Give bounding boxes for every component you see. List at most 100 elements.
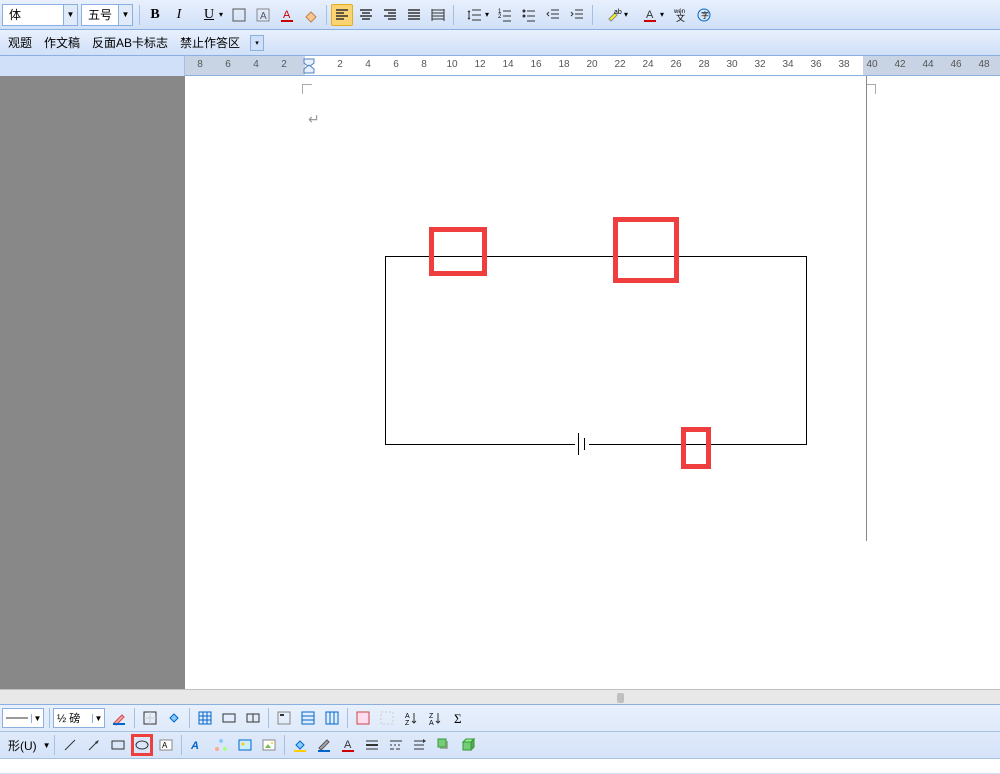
arrow-style-button[interactable]	[409, 734, 431, 756]
align-left-icon	[334, 7, 350, 23]
distribute-rows-button[interactable]	[297, 707, 319, 729]
menu-zuowengao[interactable]: 作文稿	[38, 31, 86, 54]
svg-text:2: 2	[498, 14, 502, 20]
line-tool-button[interactable]	[59, 734, 81, 756]
align-justify-icon	[406, 7, 422, 23]
arrow-tool-button[interactable]	[83, 734, 105, 756]
numbered-list-button[interactable]: 12	[494, 4, 516, 26]
sort-asc-button[interactable]: AZ	[400, 707, 422, 729]
align-center-button[interactable]	[355, 4, 377, 26]
ruler-tick: 28	[698, 59, 709, 70]
border-color-button[interactable]	[108, 707, 130, 729]
split-icon	[245, 710, 261, 726]
diagram-button[interactable]	[210, 734, 232, 756]
chevron-down-icon: ▼	[31, 714, 43, 723]
menu-no-answer-zone[interactable]: 禁止作答区	[174, 31, 246, 54]
distribute-icon	[430, 7, 446, 23]
svg-text:ab: ab	[614, 9, 622, 16]
distribute-cols-button[interactable]	[321, 707, 343, 729]
autoformat-icon	[355, 710, 371, 726]
table-icon	[197, 710, 213, 726]
increase-indent-button[interactable]	[566, 4, 588, 26]
pinyin-button[interactable]: wén文	[669, 4, 691, 26]
clipart-button[interactable]	[234, 734, 256, 756]
char-border-button[interactable]: A	[252, 4, 274, 26]
decrease-indent-button[interactable]	[542, 4, 564, 26]
numbered-list-icon: 12	[497, 7, 513, 23]
ruler-tick: 34	[782, 59, 793, 70]
formatting-toolbar: 体 ▼ 五号 ▼ B I U A A 12	[0, 0, 1000, 30]
italic-button[interactable]: I	[168, 4, 190, 26]
oval-tool-button[interactable]	[131, 734, 153, 756]
font-name-value: 体	[3, 6, 63, 23]
separator	[139, 5, 140, 25]
ruler-tick: 32	[754, 59, 765, 70]
dash-style-button[interactable]	[385, 734, 407, 756]
menu-guanti[interactable]: 观题	[2, 31, 38, 54]
battery-long-plate	[578, 433, 579, 455]
horizontal-ruler[interactable]: 8 6 4 2 2 4 6 8 10 12 14 16 18 20 22 24 …	[185, 56, 1000, 75]
shadow-icon	[436, 737, 452, 753]
highlight-button[interactable]: ab	[597, 4, 631, 26]
font-size-dropdown[interactable]: 五号 ▼	[81, 4, 133, 26]
line-color-button[interactable]	[313, 734, 335, 756]
line-style-dropdown[interactable]: ▼	[2, 708, 44, 728]
3d-button[interactable]	[457, 734, 479, 756]
diagram-icon	[213, 737, 229, 753]
bold-button[interactable]: B	[144, 4, 166, 26]
borders-button[interactable]	[139, 707, 161, 729]
align-button[interactable]	[273, 707, 295, 729]
merge-cells-button[interactable]	[218, 707, 240, 729]
font-color-button[interactable]: A	[276, 4, 298, 26]
distribute-button[interactable]	[427, 4, 449, 26]
font-color-icon: A	[340, 737, 356, 753]
circuit-drawing[interactable]	[385, 256, 810, 451]
ruler-tick: 8	[421, 59, 427, 70]
toolbar-options-icon[interactable]: ▾	[250, 35, 264, 51]
autoformat-button[interactable]	[352, 707, 374, 729]
enclose-char-button[interactable]: 字	[693, 4, 715, 26]
picture-button[interactable]	[258, 734, 280, 756]
autosum-button[interactable]: Σ	[448, 707, 470, 729]
document-page[interactable]: ↵	[185, 76, 1000, 689]
font-color-button-draw[interactable]: A	[337, 734, 359, 756]
border-button[interactable]	[228, 4, 250, 26]
ruler-tick: 2	[337, 59, 343, 70]
linestyle-icon	[364, 737, 380, 753]
sort-desc-button[interactable]: ZA	[424, 707, 446, 729]
ruler-tick: 20	[586, 59, 597, 70]
line-spacing-button[interactable]	[458, 4, 492, 26]
align-left-button[interactable]	[331, 4, 353, 26]
split-cells-button[interactable]	[242, 707, 264, 729]
autoshapes-menu[interactable]: 形(U)	[2, 734, 43, 757]
menu-ab-mark[interactable]: 反面AB卡标志	[86, 31, 174, 54]
separator	[268, 708, 269, 728]
status-bar	[0, 759, 1000, 773]
shading-button[interactable]	[163, 707, 185, 729]
font-color-button-2[interactable]: A	[633, 4, 667, 26]
pen-icon	[111, 710, 127, 726]
font-name-dropdown[interactable]: 体 ▼	[2, 4, 78, 26]
indent-marker[interactable]	[303, 58, 315, 74]
rectangle-tool-button[interactable]	[107, 734, 129, 756]
line-style-button[interactable]	[361, 734, 383, 756]
line-weight-dropdown[interactable]: ½ 磅 ▼	[53, 708, 105, 728]
insert-table-button[interactable]	[194, 707, 216, 729]
textbox-icon: A	[158, 737, 174, 753]
wordart-button[interactable]: A	[186, 734, 208, 756]
hide-gridlines-button[interactable]	[376, 707, 398, 729]
eraser-icon	[303, 7, 319, 23]
separator	[134, 708, 135, 728]
bullet-list-button[interactable]	[518, 4, 540, 26]
align-justify-button[interactable]	[403, 4, 425, 26]
bucket-icon	[166, 710, 182, 726]
chevron-down-icon: ▼	[118, 5, 132, 25]
align-right-button[interactable]	[379, 4, 401, 26]
shadow-button[interactable]	[433, 734, 455, 756]
fill-color-button[interactable]	[289, 734, 311, 756]
underline-button[interactable]: U	[192, 4, 226, 26]
textbox-tool-button[interactable]: A	[155, 734, 177, 756]
scrollbar-thumb[interactable]	[617, 693, 624, 703]
distribute-rows-icon	[300, 710, 316, 726]
clear-format-button[interactable]	[300, 4, 322, 26]
